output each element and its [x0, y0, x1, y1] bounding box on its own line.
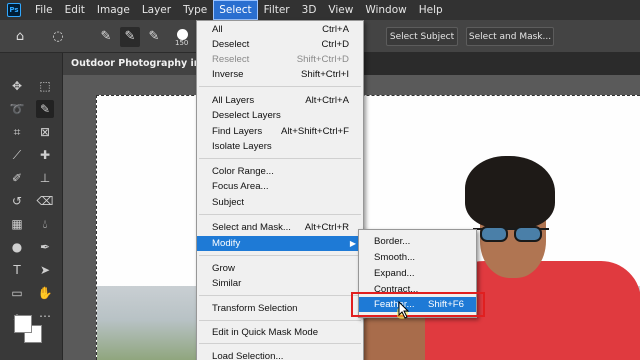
rectangle-tool-icon[interactable]: ▭ [8, 284, 26, 302]
select-and-mask-item[interactable]: Select and Mask... Alt+Ctrl+R [197, 220, 363, 235]
healing-brush-tool-icon[interactable]: ✚ [36, 146, 54, 164]
menu-select[interactable]: Select [213, 0, 258, 20]
marquee-tool-icon[interactable]: ⬚ [36, 77, 54, 95]
move-tool-icon[interactable]: ✥ [8, 77, 26, 95]
gradient-tool-icon[interactable]: ▦ [8, 215, 26, 233]
home-icon[interactable]: ⌂ [10, 27, 30, 47]
dodge-tool-icon[interactable]: ● [8, 238, 26, 256]
submenu-arrow-icon: ▶ [349, 239, 356, 248]
path-selection-tool-icon[interactable]: ➤ [36, 261, 54, 279]
reselect-item: Reselect Shift+Ctrl+D [212, 54, 349, 65]
menu-separator [199, 320, 361, 321]
border-item[interactable]: Border... [359, 234, 476, 249]
photoshop-logo: Ps [7, 3, 21, 17]
lasso-tool-icon[interactable]: ➰ [8, 100, 26, 118]
eyedropper-tool-icon[interactable]: ⟋ [8, 146, 26, 164]
expand-item[interactable]: Expand... [359, 266, 476, 281]
menu-layer[interactable]: Layer [136, 0, 177, 20]
focus-area-item[interactable]: Focus Area... [197, 179, 363, 194]
hand-tool-icon[interactable]: ✋ [36, 284, 54, 302]
menu-view[interactable]: View [322, 0, 359, 20]
photo-subject-hair [465, 156, 555, 228]
edit-in-quick-mask-item[interactable]: Edit in Quick Mask Mode [197, 325, 363, 340]
subtract-from-selection-brush-icon[interactable]: ✎ [144, 27, 164, 47]
more-tools-icon[interactable]: ⋯ [36, 307, 54, 325]
find-layers-item[interactable]: Find Layers Alt+Shift+Ctrl+F [197, 124, 363, 139]
brush-size-value: 150 [175, 39, 189, 47]
menu-3d[interactable]: 3D [296, 0, 323, 20]
menu-bar: Ps File Edit Image Layer Type Select Fil… [0, 0, 640, 20]
add-to-selection-brush-icon[interactable]: ✎ [120, 27, 140, 47]
menu-filter[interactable]: Filter [258, 0, 296, 20]
menu-separator [199, 295, 361, 296]
document-canvas[interactable] [96, 95, 640, 360]
menu-window[interactable]: Window [359, 0, 412, 20]
menu-separator [199, 343, 361, 344]
select-all-item[interactable]: All Ctrl+A [197, 22, 363, 37]
new-selection-brush-icon[interactable]: ✎ [96, 27, 116, 47]
similar-item[interactable]: Similar [197, 276, 363, 291]
feather-highlight-annotation [351, 292, 485, 317]
mouse-cursor-icon [397, 301, 410, 319]
quick-selection-tool-icon[interactable]: ✎ [36, 100, 54, 118]
select-menu-dropdown: All Ctrl+A Deselect Ctrl+D Reselect Shift+C… [196, 20, 364, 360]
eraser-tool-icon[interactable]: ⌫ [36, 192, 54, 210]
menu-edit[interactable]: Edit [59, 0, 91, 20]
frame-tool-icon[interactable]: ⊠ [36, 123, 54, 141]
smooth-item[interactable]: Smooth... [359, 250, 476, 265]
menu-separator [199, 86, 361, 87]
menu-help[interactable]: Help [413, 0, 449, 20]
transform-selection-item[interactable]: Transform Selection [197, 301, 363, 316]
deselect-layers-item[interactable]: Deselect Layers [197, 108, 363, 123]
select-and-mask-button[interactable]: Select and Mask... [466, 27, 554, 46]
color-range-item[interactable]: Color Range... [197, 164, 363, 179]
grow-item[interactable]: Grow [197, 261, 363, 276]
menu-file[interactable]: File [29, 0, 59, 20]
menu-separator [199, 255, 361, 256]
load-selection-item[interactable]: Load Selection... [197, 349, 363, 360]
inverse-item[interactable]: Inverse Shift+Ctrl+I [197, 67, 363, 82]
subject-item[interactable]: Subject [197, 195, 363, 210]
menu-type[interactable]: Type [177, 0, 213, 20]
all-layers-item[interactable]: All Layers Alt+Ctrl+A [197, 93, 363, 108]
modify-item[interactable]: Modify ▶ [197, 236, 363, 251]
menu-image[interactable]: Image [91, 0, 136, 20]
foreground-color-swatch[interactable] [14, 315, 32, 333]
photo-subject-sunglasses [473, 226, 549, 242]
brush-tool-icon[interactable]: ✐ [8, 169, 26, 187]
isolate-layers-item[interactable]: Isolate Layers [197, 139, 363, 154]
deselect-item[interactable]: Deselect Ctrl+D [197, 37, 363, 52]
tools-panel: ✥ ⬚ ➰ ✎ ⌗ ⊠ ⟋ ✚ ✐ ⊥ ↺ ⌫ ▦ 💧︎ ● ✒ T ➤ ▭ ✋… [0, 53, 63, 360]
type-tool-icon[interactable]: T [8, 261, 26, 279]
blur-tool-icon[interactable]: 💧︎ [36, 215, 54, 233]
menu-separator [199, 158, 361, 159]
crop-tool-icon[interactable]: ⌗ [8, 123, 26, 141]
clone-stamp-tool-icon[interactable]: ⊥ [36, 169, 54, 187]
pen-tool-icon[interactable]: ✒ [36, 238, 54, 256]
select-subject-button[interactable]: Select Subject [386, 27, 458, 46]
document-tab[interactable]: Outdoor Photography image [63, 53, 203, 75]
quick-selection-preset-icon[interactable]: ◌ [48, 27, 68, 47]
history-brush-tool-icon[interactable]: ↺ [8, 192, 26, 210]
menu-separator [199, 214, 361, 215]
